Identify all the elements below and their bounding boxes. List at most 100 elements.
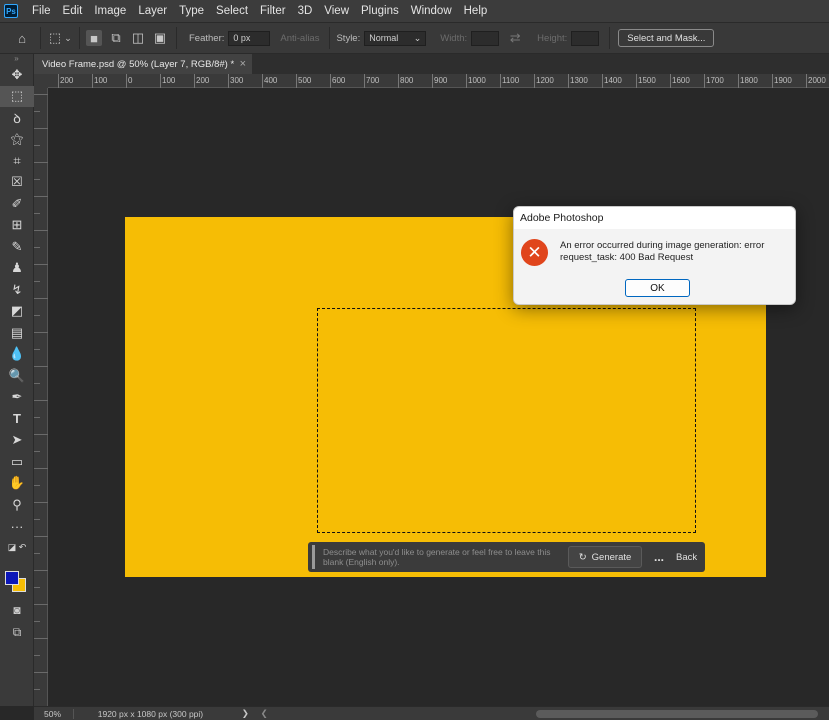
ruler-tick <box>34 672 48 673</box>
chevron-down-icon[interactable]: ⌄ <box>63 30 73 46</box>
clone-stamp-tool-icon[interactable]: ♟ <box>0 258 34 280</box>
zoom-tool-icon[interactable]: ⚲ <box>0 494 34 516</box>
ruler-tick <box>34 179 40 180</box>
ruler-tick <box>92 74 93 88</box>
menu-plugins[interactable]: Plugins <box>355 5 405 17</box>
move-tool-icon[interactable]: ✥ <box>0 64 34 86</box>
more-options-button[interactable]: ... <box>648 550 670 564</box>
rectangular-marquee-tool-icon[interactable]: ⬚ <box>0 85 34 107</box>
menu-file[interactable]: File <box>26 5 57 17</box>
magic-wand-tool-icon[interactable]: ⚝ <box>0 129 34 151</box>
generate-button[interactable]: ↻ Generate <box>568 546 642 568</box>
ruler-tick <box>34 196 48 197</box>
ok-button[interactable]: OK <box>625 279 690 297</box>
separator <box>40 27 41 49</box>
chevron-left-icon[interactable]: ❮ <box>258 708 270 719</box>
home-icon[interactable]: ⌂ <box>14 30 30 46</box>
ruler-tick-label: 800 <box>400 76 414 85</box>
ruler-tick <box>670 74 671 88</box>
ruler-tick <box>34 383 40 384</box>
zoom-level[interactable]: 50% <box>34 708 74 719</box>
separator <box>329 27 331 49</box>
quick-mask-icon[interactable]: ◙ <box>0 600 34 620</box>
select-and-mask-button[interactable]: Select and Mask... <box>618 29 715 47</box>
ruler-tick <box>466 74 467 88</box>
menu-image[interactable]: Image <box>88 5 132 17</box>
crop-tool-icon[interactable]: ⌗ <box>0 150 34 172</box>
path-selection-tool-icon[interactable]: ➤ <box>0 430 34 452</box>
scrollbar-thumb[interactable] <box>536 709 819 718</box>
ruler-tick <box>34 213 40 214</box>
ruler-tick-label: 2000 <box>808 76 826 85</box>
lasso-tool-icon[interactable]: ꝺ <box>0 107 34 129</box>
swap-icon[interactable]: ⇄ <box>507 30 523 46</box>
new-selection-icon[interactable]: ■ <box>86 30 102 46</box>
photoshop-logo-icon: Ps <box>4 4 18 18</box>
style-select[interactable]: Normal ⌄ <box>364 30 427 46</box>
ruler-tick-label: 1800 <box>740 76 758 85</box>
menu-edit[interactable]: Edit <box>57 5 89 17</box>
add-selection-icon[interactable]: ⧉ <box>108 30 124 46</box>
healing-brush-tool-icon[interactable]: ⊞ <box>0 215 34 237</box>
width-input[interactable] <box>471 30 500 46</box>
ruler-tick <box>34 94 48 95</box>
brush-tool-icon[interactable]: ✎ <box>0 236 34 258</box>
separator <box>79 27 80 49</box>
intersect-selection-icon[interactable]: ▣ <box>152 30 168 46</box>
style-value: Normal <box>369 33 399 43</box>
rectangle-tool-icon[interactable]: ▭ <box>0 451 34 473</box>
ruler-tick-label: 0 <box>128 76 133 85</box>
horizontal-ruler[interactable]: 200 100 0 100 200 300 400 500 600 700 800 900 1000 11… <box>48 74 829 88</box>
marquee-preset-icon[interactable]: ⬚ <box>47 30 63 46</box>
ruler-tick <box>34 502 48 503</box>
ruler-tick <box>534 74 535 88</box>
foreground-color-swatch[interactable] <box>5 571 19 585</box>
ruler-tick-label: 1100 <box>502 76 520 85</box>
ruler-tick <box>34 349 40 350</box>
pen-tool-icon[interactable]: ✒ <box>0 387 34 409</box>
dodge-tool-icon[interactable]: 🔍 <box>0 365 34 387</box>
vertical-ruler[interactable] <box>34 88 48 706</box>
subtract-selection-icon[interactable]: ◫ <box>130 30 146 46</box>
screen-mode-icon[interactable]: ⧉ <box>0 622 34 642</box>
document-info[interactable]: 1920 px x 1080 px (300 ppi) <box>74 709 233 719</box>
marquee-selection[interactable] <box>317 308 696 533</box>
history-brush-tool-icon[interactable]: ↯ <box>0 279 34 301</box>
swap-colors-icon[interactable]: ◪ ↶ <box>0 537 34 559</box>
gradient-tool-icon[interactable]: ▤ <box>0 322 34 344</box>
document-tab-bar: Video Frame.psd @ 50% (Layer 7, RGB/8#) … <box>34 54 829 74</box>
blur-tool-icon[interactable]: 💧 <box>0 344 34 366</box>
generate-button-label: Generate <box>591 551 632 563</box>
feather-input[interactable]: 0 px <box>228 30 271 46</box>
width-label: Width: <box>440 32 468 44</box>
document-tab[interactable]: Video Frame.psd @ 50% (Layer 7, RGB/8#) … <box>34 54 252 74</box>
menu-help[interactable]: Help <box>458 5 494 17</box>
menu-layer[interactable]: Layer <box>132 5 173 17</box>
ruler-tick <box>432 74 433 88</box>
ruler-tick <box>34 145 40 146</box>
generate-prompt-input[interactable]: Describe what you'd like to generate or … <box>312 545 562 569</box>
menu-window[interactable]: Window <box>405 5 458 17</box>
height-input[interactable] <box>571 30 600 46</box>
back-button[interactable]: Back <box>676 552 697 563</box>
antialias-checkbox[interactable]: Anti-alias <box>280 33 319 44</box>
hand-tool-icon[interactable]: ✋ <box>0 473 34 495</box>
menu-3d[interactable]: 3D <box>292 5 319 17</box>
eyedropper-tool-icon[interactable]: ✐ <box>0 193 34 215</box>
frame-tool-icon[interactable]: ☒ <box>0 172 34 194</box>
eraser-tool-icon[interactable]: ◩ <box>0 301 34 323</box>
more-tools-icon[interactable]: ··· <box>0 516 34 538</box>
chevron-right-icon[interactable]: ❯ <box>232 708 258 719</box>
ruler-tick <box>738 74 739 88</box>
menu-select[interactable]: Select <box>210 5 254 17</box>
ruler-tick-label: 1900 <box>774 76 792 85</box>
menu-view[interactable]: View <box>318 5 355 17</box>
ruler-tick-label: 200 <box>60 76 74 85</box>
panel-grip-icon[interactable]: » <box>0 54 33 64</box>
close-icon[interactable]: × <box>240 58 246 70</box>
menu-bar: Ps File Edit Image Layer Type Select Fil… <box>0 0 829 22</box>
horizontal-scrollbar[interactable] <box>274 709 829 718</box>
menu-type[interactable]: Type <box>173 5 210 17</box>
menu-filter[interactable]: Filter <box>254 5 292 17</box>
type-tool-icon[interactable]: T <box>0 408 34 430</box>
